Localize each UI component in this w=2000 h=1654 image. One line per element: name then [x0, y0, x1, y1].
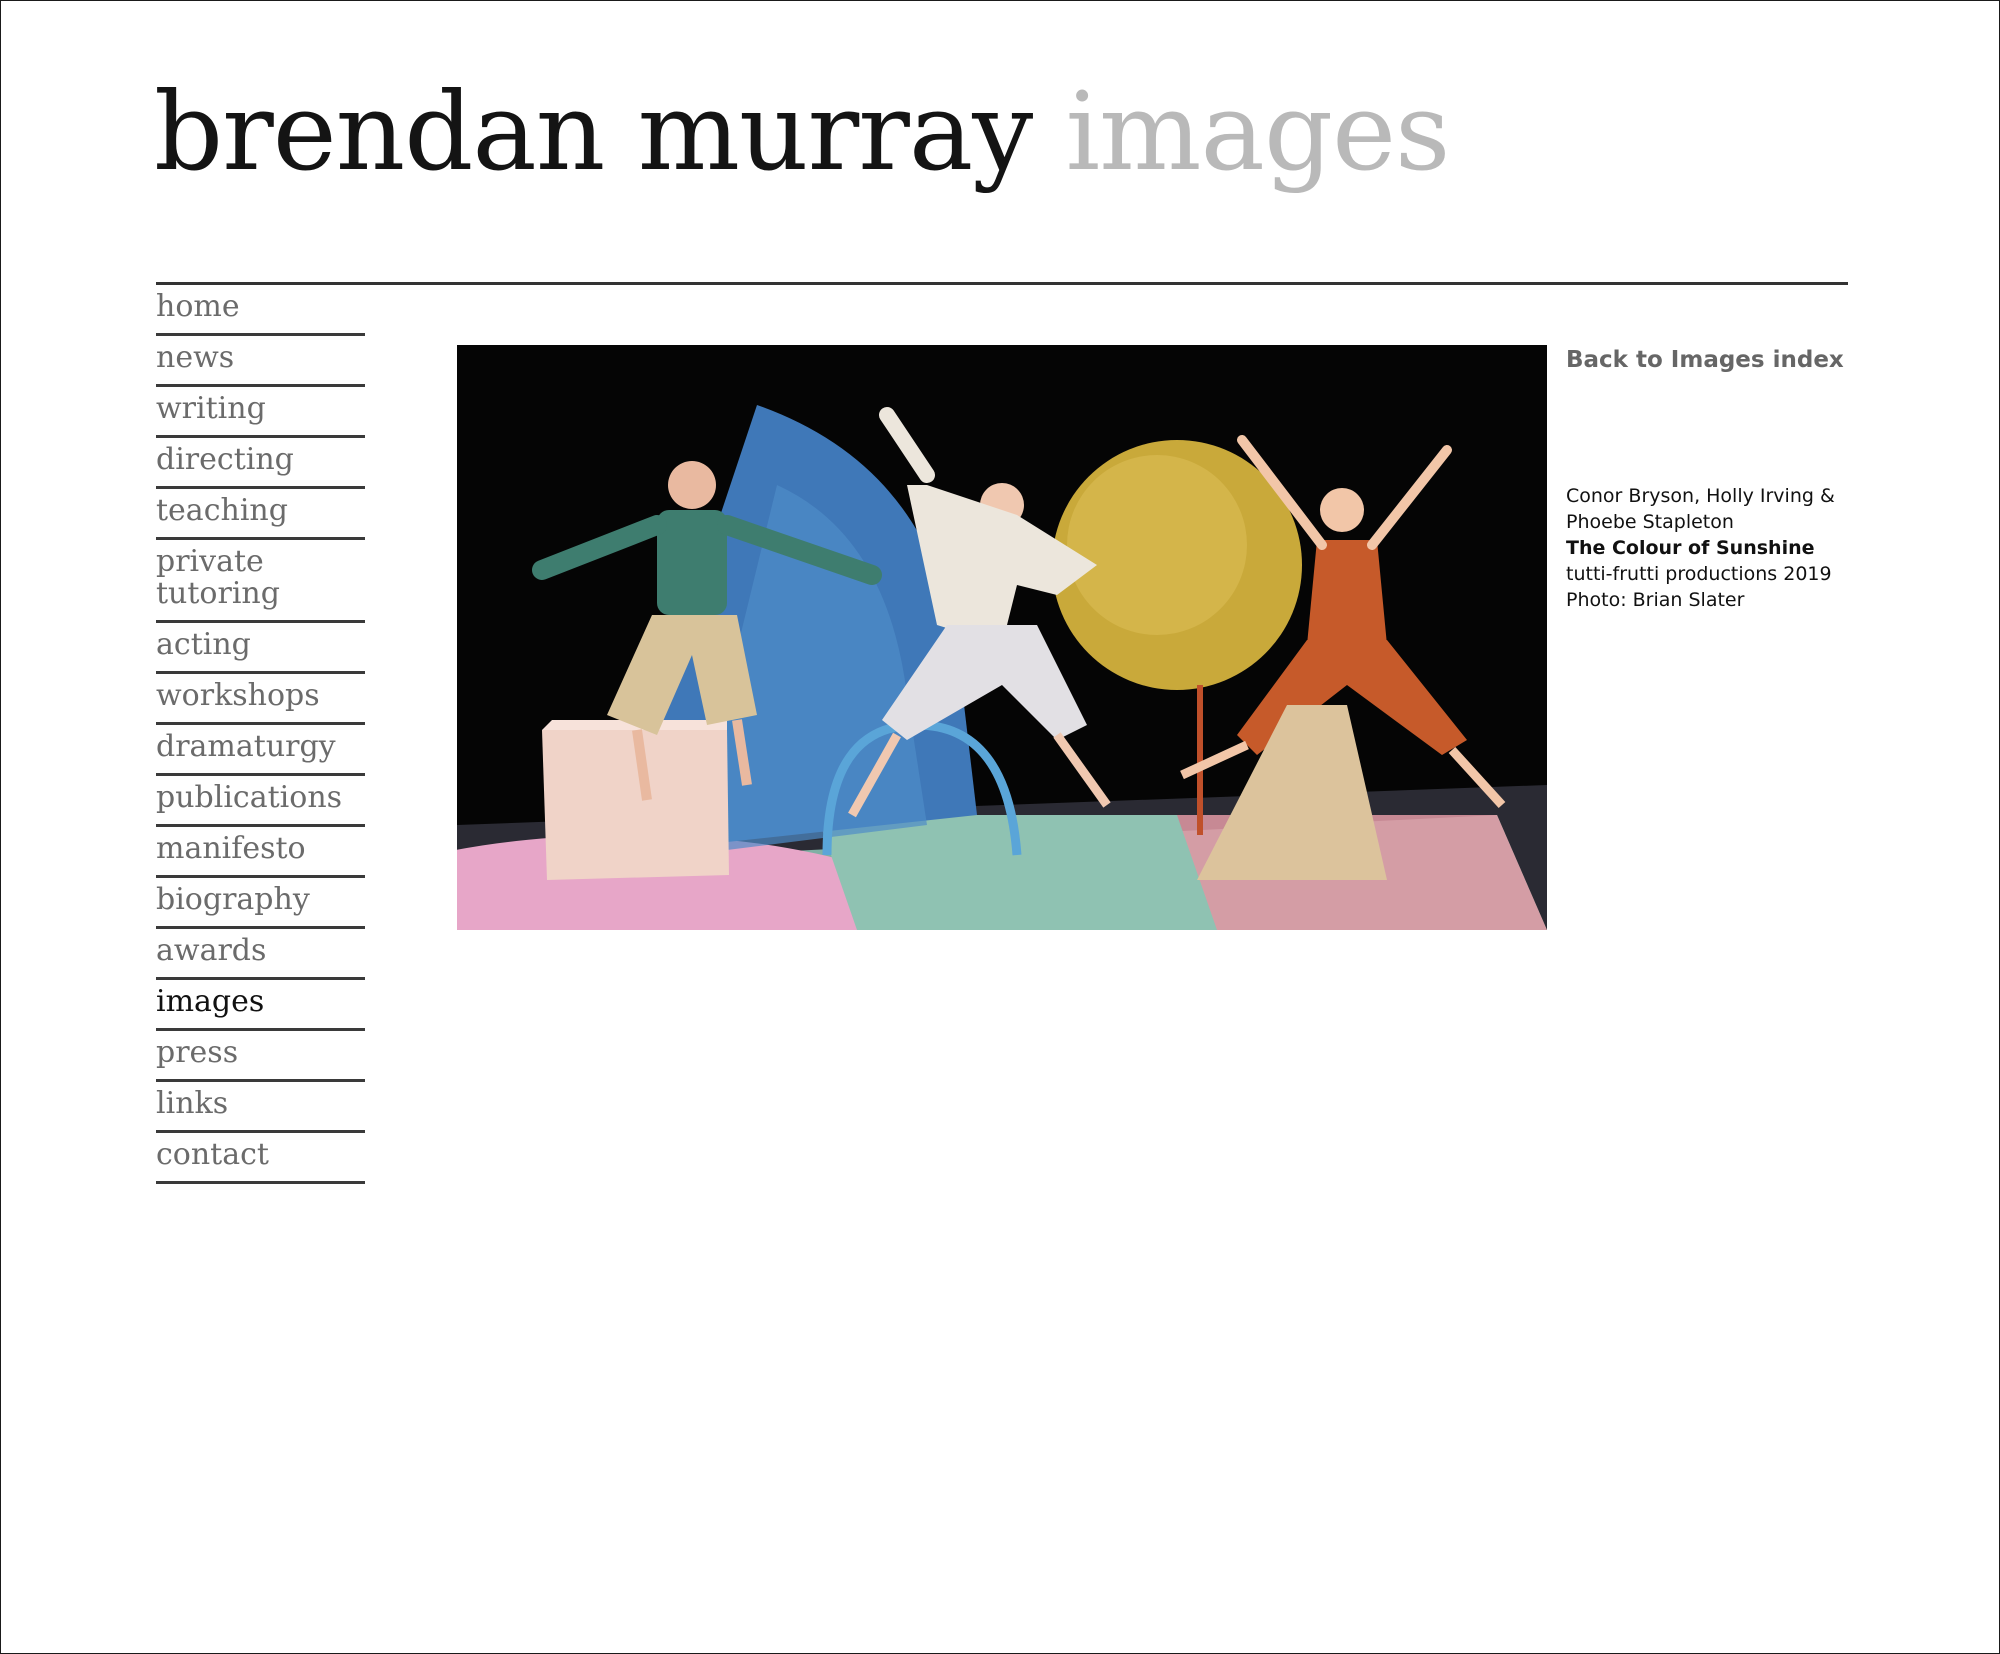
nav-item-images[interactable]: images — [156, 980, 365, 1031]
nav-item-manifesto[interactable]: manifesto — [156, 827, 365, 878]
site-title-section: images — [1065, 70, 1451, 195]
photo-caption: Conor Bryson, Holly Irving & Phoebe Stap… — [1566, 483, 1866, 613]
nav-item-teaching[interactable]: teaching — [156, 489, 365, 540]
site-title-name: brendan murray — [154, 70, 1033, 195]
nav-item-news[interactable]: news — [156, 336, 365, 387]
caption-company: tutti-frutti productions 2019 — [1566, 563, 1832, 585]
nav-item-workshops[interactable]: workshops — [156, 674, 365, 725]
nav-item-writing[interactable]: writing — [156, 387, 365, 438]
nav-item-contact[interactable]: contact — [156, 1133, 365, 1184]
back-to-images-index-link[interactable]: Back to Images index — [1566, 347, 1844, 373]
nav-item-private-tutoring[interactable]: private tutoring — [156, 540, 365, 623]
caption-photo-credit: Photo: Brian Slater — [1566, 589, 1745, 611]
caption-performers: Conor Bryson, Holly Irving & — [1566, 485, 1835, 507]
stage-photo-illustration — [457, 345, 1547, 930]
nav-item-press[interactable]: press — [156, 1031, 365, 1082]
nav-item-awards[interactable]: awards — [156, 929, 365, 980]
nav-item-directing[interactable]: directing — [156, 438, 365, 489]
header-divider — [156, 282, 1848, 285]
page-frame: brendan murray images home news writing … — [0, 0, 2000, 1654]
nav-item-biography[interactable]: biography — [156, 878, 365, 929]
nav-item-dramaturgy[interactable]: dramaturgy — [156, 725, 365, 776]
nav-item-acting[interactable]: acting — [156, 623, 365, 674]
site-title: brendan murray images — [154, 79, 1450, 187]
nav-item-home[interactable]: home — [156, 285, 365, 336]
production-photo — [457, 345, 1547, 930]
caption-performers-cont: Phoebe Stapleton — [1566, 511, 1734, 533]
main-nav: home news writing directing teaching pri… — [156, 285, 365, 1184]
caption-production-title: The Colour of Sunshine — [1566, 537, 1815, 559]
nav-item-publications[interactable]: publications — [156, 776, 365, 827]
nav-item-links[interactable]: links — [156, 1082, 365, 1133]
